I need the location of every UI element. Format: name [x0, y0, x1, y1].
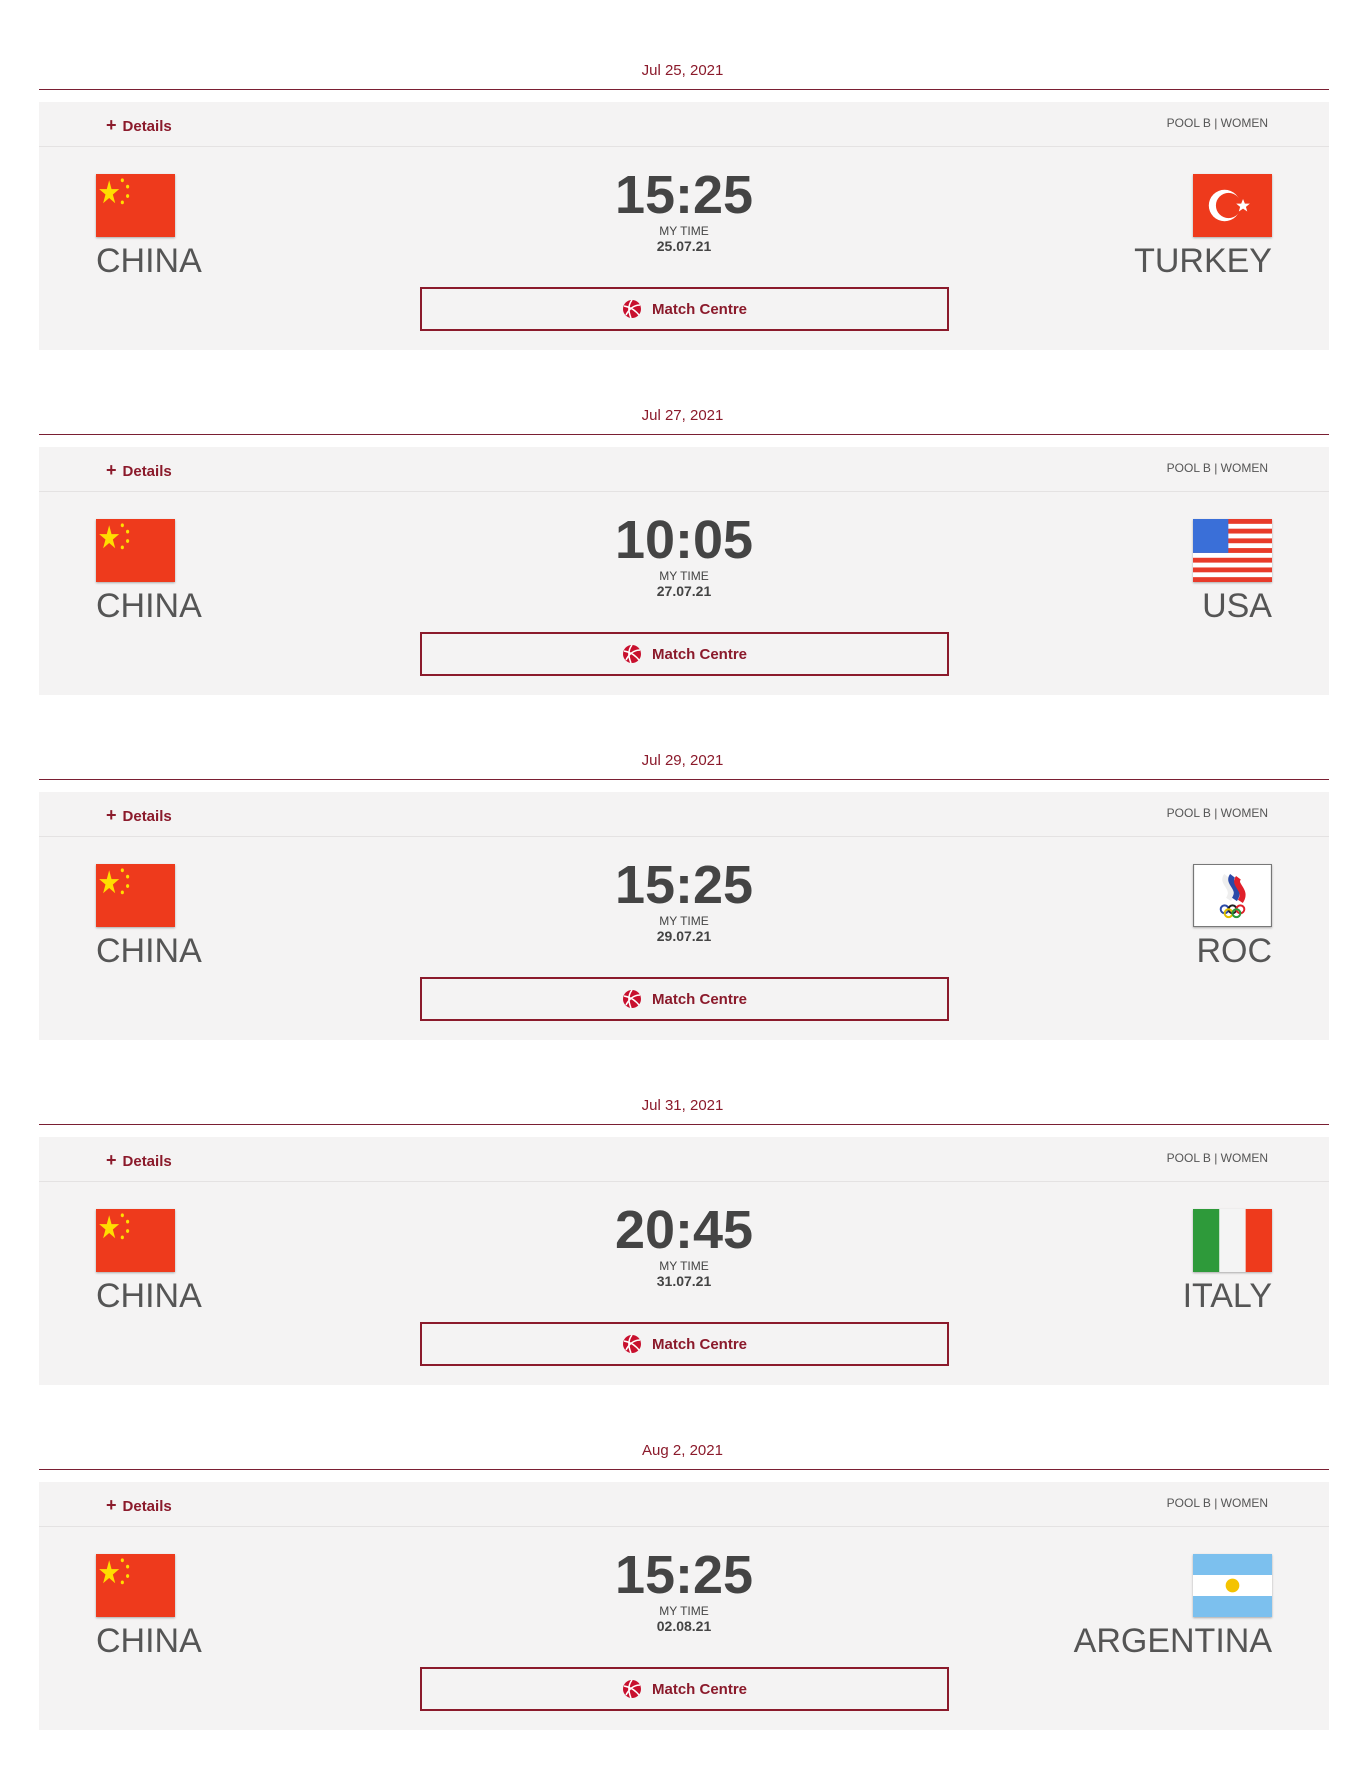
match-card: + Details POOL B | WOMEN CHINA 15:25 MY T… — [39, 792, 1329, 1040]
details-label: Details — [122, 1153, 172, 1170]
details-label: Details — [122, 463, 172, 480]
match-time: 15:25 — [614, 1545, 754, 1605]
match-card: + Details POOL B | WOMEN CHINA 10:05 MY T… — [39, 447, 1329, 695]
match-centre-label: Match Centre — [651, 1680, 748, 1698]
away-team-name: ARGENTINA — [1073, 1622, 1272, 1660]
match-item: Jul 27, 2021 + Details POOL B | WOMEN CHI… — [0, 345, 1365, 695]
card-header: + Details POOL B | WOMEN — [39, 1137, 1329, 1182]
away-flag-icon — [1193, 1209, 1272, 1272]
divider — [39, 1469, 1329, 1470]
volleyball-icon — [622, 1334, 641, 1354]
details-toggle[interactable]: + Details — [106, 1150, 172, 1171]
away-flag-icon — [1192, 863, 1273, 928]
details-label: Details — [122, 118, 172, 135]
match-time: 15:25 — [614, 855, 754, 915]
details-toggle[interactable]: + Details — [106, 805, 172, 826]
plus-icon: + — [106, 1150, 117, 1170]
card-header: + Details POOL B | WOMEN — [39, 102, 1329, 147]
volleyball-icon — [622, 989, 641, 1009]
divider — [39, 779, 1329, 780]
plus-icon: + — [106, 805, 117, 825]
match-list: Jul 25, 2021 + Details POOL B | WOMEN CHI… — [0, 0, 1365, 1730]
match-item: Jul 25, 2021 + Details POOL B | WOMEN CHI… — [0, 0, 1365, 350]
away-team-name: TURKEY — [1134, 242, 1272, 280]
match-centre-button[interactable]: Match Centre — [420, 287, 949, 331]
volleyball-icon — [622, 1679, 641, 1699]
match-local-date: 27.07.21 — [656, 583, 712, 599]
divider — [39, 89, 1329, 90]
match-centre-button[interactable]: Match Centre — [420, 1322, 949, 1366]
details-label: Details — [122, 1498, 172, 1515]
my-time-label: MY TIME — [659, 569, 709, 583]
match-card: + Details POOL B | WOMEN CHINA 15:25 MY T… — [39, 1482, 1329, 1730]
away-flag-icon — [1193, 519, 1272, 582]
match-centre-label: Match Centre — [651, 645, 748, 663]
pool-label: POOL B | WOMEN — [1166, 1496, 1268, 1510]
details-toggle[interactable]: + Details — [106, 115, 172, 136]
pool-label: POOL B | WOMEN — [1166, 806, 1268, 820]
volleyball-icon — [622, 644, 641, 664]
match-time: 20:45 — [614, 1200, 754, 1260]
match-centre-button[interactable]: Match Centre — [420, 977, 949, 1021]
details-toggle[interactable]: + Details — [106, 1495, 172, 1516]
my-time-label: MY TIME — [659, 1259, 709, 1273]
match-item: Jul 29, 2021 + Details POOL B | WOMEN CHI… — [0, 690, 1365, 1040]
match-centre-button[interactable]: Match Centre — [420, 1667, 949, 1711]
pool-label: POOL B | WOMEN — [1166, 461, 1268, 475]
pool-label: POOL B | WOMEN — [1166, 116, 1268, 130]
details-toggle[interactable]: + Details — [106, 460, 172, 481]
match-centre-label: Match Centre — [651, 300, 748, 318]
my-time-label: MY TIME — [659, 914, 709, 928]
match-time: 15:25 — [614, 165, 754, 225]
my-time-label: MY TIME — [659, 224, 709, 238]
card-header: + Details POOL B | WOMEN — [39, 792, 1329, 837]
match-date: Jul 27, 2021 — [641, 407, 724, 424]
volleyball-icon — [622, 299, 641, 319]
match-centre-label: Match Centre — [651, 1335, 748, 1353]
match-card: + Details POOL B | WOMEN CHINA 20:45 MY T… — [39, 1137, 1329, 1385]
match-local-date: 29.07.21 — [656, 928, 712, 944]
match-date: Jul 31, 2021 — [641, 1097, 724, 1114]
away-team-name: ITALY — [1182, 1277, 1272, 1315]
match-card: + Details POOL B | WOMEN CHINA 15:25 MY T… — [39, 102, 1329, 350]
match-date: Aug 2, 2021 — [642, 1442, 723, 1459]
match-centre-button[interactable]: Match Centre — [420, 632, 949, 676]
match-date: Jul 29, 2021 — [641, 752, 724, 769]
away-flag-icon — [1193, 1554, 1272, 1617]
pool-label: POOL B | WOMEN — [1166, 1151, 1268, 1165]
divider — [39, 1124, 1329, 1125]
plus-icon: + — [106, 1495, 117, 1515]
plus-icon: + — [106, 460, 117, 480]
match-time: 10:05 — [614, 510, 754, 570]
match-centre-label: Match Centre — [651, 990, 748, 1008]
my-time-label: MY TIME — [659, 1604, 709, 1618]
plus-icon: + — [106, 115, 117, 135]
away-flag-icon — [1193, 174, 1272, 237]
divider — [39, 434, 1329, 435]
card-header: + Details POOL B | WOMEN — [39, 1482, 1329, 1527]
match-local-date: 31.07.21 — [656, 1273, 712, 1289]
card-header: + Details POOL B | WOMEN — [39, 447, 1329, 492]
match-item: Jul 31, 2021 + Details POOL B | WOMEN CHI… — [0, 1035, 1365, 1385]
away-team-name: ROC — [1196, 932, 1272, 970]
details-label: Details — [122, 808, 172, 825]
match-date: Jul 25, 2021 — [641, 62, 724, 79]
away-team-name: USA — [1202, 587, 1272, 625]
match-item: Aug 2, 2021 + Details POOL B | WOMEN CHIN… — [0, 1380, 1365, 1730]
